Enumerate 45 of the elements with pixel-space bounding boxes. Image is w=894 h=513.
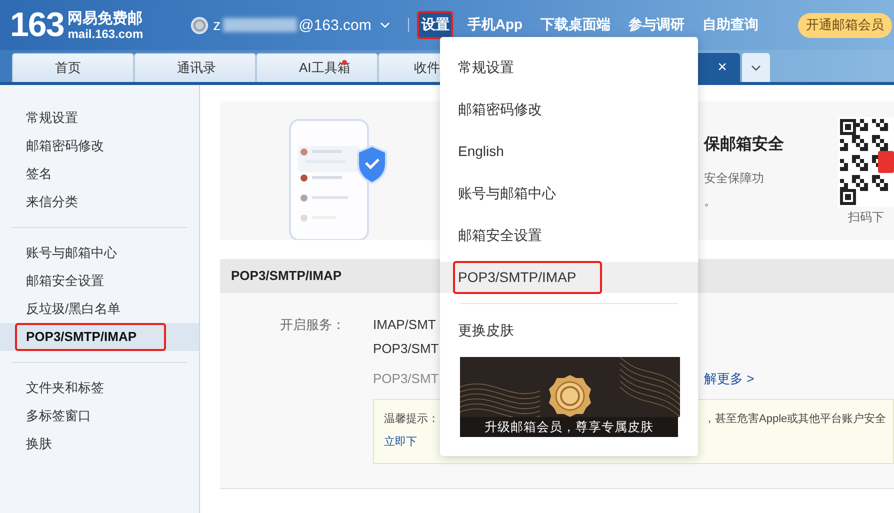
qr-caption: 扫码下 — [848, 209, 884, 226]
sidebar-item[interactable]: 多标签窗口 — [15, 402, 166, 430]
menu-item[interactable]: 账号与邮箱中心 — [453, 176, 582, 210]
promo-caption: 升级邮箱会员，尊享专属皮肤 — [460, 417, 678, 437]
sidebar-item[interactable]: 邮箱密码修改 — [15, 132, 166, 160]
sidebar-item[interactable]: 来信分类 — [15, 188, 166, 216]
nav-link[interactable]: 设置 — [417, 11, 454, 39]
learn-more-link[interactable]: 解更多 > — [704, 367, 894, 391]
vip-button[interactable]: 开通邮箱会员 — [798, 12, 892, 38]
banner-description: 。 — [704, 193, 717, 210]
account-email: @163.com — [298, 16, 372, 34]
notice-text: ，甚至危害Apple或其他平台账户安全 — [704, 412, 888, 427]
chevron-down-icon — [751, 64, 761, 70]
sidebar-item[interactable]: 邮箱安全设置 — [15, 267, 166, 295]
coin-icon — [191, 16, 208, 34]
menu-item[interactable]: 邮箱密码修改 — [453, 92, 568, 126]
tab[interactable]: 首页 — [12, 53, 134, 82]
banner-description: 安全保障功 — [704, 170, 765, 187]
sidebar-item[interactable]: 文件夹和标签 — [15, 374, 166, 402]
notice-label: 温馨提示： — [384, 412, 440, 427]
sidebar-item[interactable]: 账号与邮箱中心 — [15, 239, 166, 267]
sidebar-item[interactable]: 反垃圾/黑白名单 — [15, 295, 166, 323]
promo-card[interactable]: 升级邮箱会员，尊享专属皮肤 — [460, 357, 678, 437]
logo-number: 163 — [10, 8, 64, 42]
field-label: 开启服务： — [279, 316, 346, 334]
download-link[interactable]: 立即下 — [384, 431, 440, 454]
service-note: POP3/SMT — [373, 370, 440, 388]
logo-brand: 网易免费邮 — [68, 10, 144, 26]
service-name: IMAP/SMT — [373, 316, 437, 334]
sidebar-item[interactable]: POP3/SMTP/IMAP — [15, 323, 166, 351]
close-button[interactable]: × — [714, 59, 731, 77]
unread-dot — [342, 60, 347, 65]
tab[interactable]: 通讯录 — [134, 53, 256, 82]
service-name: POP3/SMT — [373, 340, 440, 358]
menu-item[interactable]: POP3/SMTP/IMAP — [453, 260, 602, 294]
menu-item[interactable]: 更换皮肤 — [440, 309, 698, 351]
logo-domain: mail.163.com — [68, 26, 144, 40]
account-prefix: z — [213, 16, 221, 34]
menu-item[interactable]: 邮箱安全设置 — [453, 218, 568, 252]
sidebar-item[interactable]: 签名 — [15, 160, 166, 188]
sidebar-item[interactable]: 换肤 — [15, 430, 166, 458]
chevron-down-icon[interactable] — [380, 22, 390, 28]
banner-title: 保邮箱安全 — [704, 134, 785, 155]
sidebar-item[interactable]: 常规设置 — [15, 104, 166, 132]
menu-item[interactable]: English — [453, 134, 530, 168]
